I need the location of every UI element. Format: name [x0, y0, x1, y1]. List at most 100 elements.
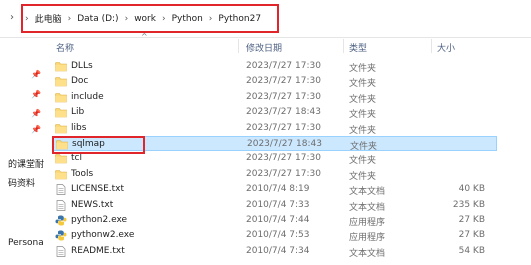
- file-row[interactable]: README.txt 2010/7/4 7:34 文本文档 54 KB: [52, 244, 497, 259]
- chevron-right-icon[interactable]: ›: [68, 14, 72, 24]
- column-header-size[interactable]: 大小: [437, 41, 455, 54]
- file-type: 文本文档: [349, 202, 386, 213]
- pin-icon[interactable]: 📌: [31, 125, 41, 134]
- file-type: 文件夹: [349, 79, 377, 90]
- file-size: 27 KB: [458, 214, 485, 225]
- column-header-date[interactable]: 修改日期: [246, 41, 282, 54]
- file-name: Lib: [71, 107, 85, 118]
- file-modified-date: 2010/7/4 7:34: [246, 245, 310, 256]
- pin-icon[interactable]: 📌: [31, 70, 41, 79]
- file-name: libs: [71, 122, 87, 133]
- chevron-right-icon: ›: [25, 13, 29, 24]
- file-row[interactable]: NEWS.txt 2010/7/4 7:33 文本文档 235 KB: [52, 198, 497, 213]
- pin-icon[interactable]: 📌: [31, 90, 41, 99]
- file-row[interactable]: Tools 2023/7/27 17:30 文件夹: [52, 167, 497, 182]
- file-modified-date: 2023/7/27 17:30: [246, 153, 321, 164]
- column-headers: 名称 修改日期 类型 大小: [0, 37, 531, 55]
- file-modified-date: 2010/7/4 7:33: [246, 199, 310, 210]
- nav-item[interactable]: 的课堂耐: [8, 157, 44, 170]
- text-file-icon: [55, 199, 67, 211]
- chevron-right-icon[interactable]: ›: [162, 14, 166, 24]
- file-name: README.txt: [71, 245, 125, 256]
- file-name: LICENSE.txt: [71, 184, 125, 195]
- file-modified-date: 2023/7/27 17:30: [246, 61, 321, 71]
- file-row[interactable]: Lib 2023/7/27 18:43 文件夹: [52, 105, 497, 120]
- file-row[interactable]: pythonw2.exe 2010/7/4 7:53 应用程序 27 KB: [52, 228, 497, 243]
- file-modified-date: 2023/7/27 17:30: [246, 76, 321, 87]
- text-file-icon: [55, 245, 67, 257]
- file-modified-date: 2023/7/27 18:43: [247, 138, 322, 149]
- file-row[interactable]: include 2023/7/27 17:30 文件夹: [52, 90, 497, 105]
- file-row[interactable]: DLLs 2023/7/27 17:30 文件夹: [52, 59, 497, 74]
- column-divider[interactable]: [343, 39, 344, 53]
- file-row[interactable]: LICENSE.txt 2010/7/4 8:19 文本文档 40 KB: [52, 182, 497, 197]
- file-modified-date: 2010/7/4 7:44: [246, 214, 310, 225]
- file-list: DLLs 2023/7/27 17:30 文件夹 Doc 2023/7/27 17:30…: [52, 59, 531, 259]
- chevron-right-icon[interactable]: ›: [10, 12, 14, 23]
- column-header-name[interactable]: 名称: [56, 41, 74, 54]
- address-bar[interactable]: › › 此电脑 › Data (D:) › work › Python › Py…: [0, 0, 531, 38]
- file-type: 文件夹: [349, 156, 377, 167]
- file-modified-date: 2010/7/4 8:19: [246, 184, 310, 195]
- file-type: 文本文档: [349, 248, 386, 259]
- pin-icon[interactable]: 📌: [31, 109, 41, 118]
- file-row[interactable]: Doc 2023/7/27 17:30 文件夹: [52, 74, 497, 89]
- folder-icon: [55, 76, 67, 87]
- file-name: sqlmap: [72, 138, 105, 149]
- file-size: 54 KB: [458, 245, 485, 256]
- folder-icon: [55, 61, 67, 72]
- file-size: 40 KB: [458, 184, 485, 195]
- file-name: DLLs: [71, 61, 93, 71]
- file-modified-date: 2023/7/27 17:30: [246, 168, 321, 179]
- folder-icon: [55, 92, 67, 103]
- python-icon: [55, 230, 67, 241]
- file-modified-date: 2023/7/27 17:30: [246, 122, 321, 133]
- file-type: 文件夹: [349, 171, 377, 182]
- file-name: pythonw2.exe: [71, 230, 135, 241]
- breadcrumb-item[interactable]: work: [134, 14, 156, 24]
- file-name: include: [71, 91, 104, 102]
- file-type: 文本文档: [349, 187, 386, 198]
- file-type: 文件夹: [349, 110, 377, 121]
- breadcrumb-item[interactable]: Data (D:): [77, 14, 118, 24]
- folder-icon: [55, 107, 67, 118]
- python-icon: [55, 215, 67, 226]
- breadcrumb: › 此电脑 › Data (D:) › work › Python › Pyth…: [25, 12, 261, 26]
- file-row[interactable]: sqlmap 2023/7/27 18:43 文件夹: [52, 135, 497, 152]
- folder-icon: [55, 169, 67, 180]
- folder-icon: [56, 139, 68, 150]
- folder-icon: [55, 123, 67, 134]
- file-type: 应用程序: [349, 233, 386, 244]
- text-file-icon: [55, 184, 67, 195]
- file-modified-date: 2023/7/27 18:43: [246, 107, 321, 118]
- breadcrumb-item[interactable]: Python27: [218, 14, 261, 24]
- chevron-right-icon[interactable]: ›: [209, 14, 213, 24]
- file-row[interactable]: python2.exe 2010/7/4 7:44 应用程序 27 KB: [52, 213, 497, 228]
- breadcrumb-item[interactable]: 此电脑: [35, 12, 62, 25]
- file-type: 文件夹: [349, 125, 377, 136]
- column-header-type[interactable]: 类型: [349, 41, 367, 54]
- breadcrumb-item[interactable]: Python: [172, 14, 203, 24]
- file-type: 应用程序: [349, 217, 386, 228]
- file-type: 文件夹: [349, 64, 377, 74]
- nav-item[interactable]: 码资料: [8, 176, 35, 189]
- folder-icon: [55, 153, 67, 164]
- column-divider[interactable]: [238, 39, 239, 53]
- file-size: 27 KB: [458, 230, 485, 241]
- chevron-right-icon[interactable]: ›: [125, 14, 129, 24]
- file-name: Doc: [71, 76, 89, 87]
- file-row[interactable]: libs 2023/7/27 17:30 文件夹: [52, 121, 497, 136]
- file-name: python2.exe: [71, 214, 128, 225]
- file-modified-date: 2010/7/4 7:53: [246, 230, 310, 241]
- file-type: 文件夹: [350, 141, 378, 152]
- file-modified-date: 2023/7/27 17:30: [246, 91, 321, 102]
- file-name: Tools: [71, 168, 94, 179]
- file-name: NEWS.txt: [71, 199, 114, 210]
- file-explorer-window: › › 此电脑 › Data (D:) › work › Python › Py…: [0, 0, 531, 265]
- file-type: 文件夹: [349, 94, 377, 105]
- file-size: 235 KB: [452, 199, 485, 210]
- file-row[interactable]: tcl 2023/7/27 17:30 文件夹: [52, 151, 497, 166]
- column-divider[interactable]: [431, 39, 432, 53]
- nav-item[interactable]: Persona: [8, 238, 44, 248]
- navigation-pane: 📌 📌 📌 📌 的课堂耐 码资料 Persona: [0, 55, 48, 265]
